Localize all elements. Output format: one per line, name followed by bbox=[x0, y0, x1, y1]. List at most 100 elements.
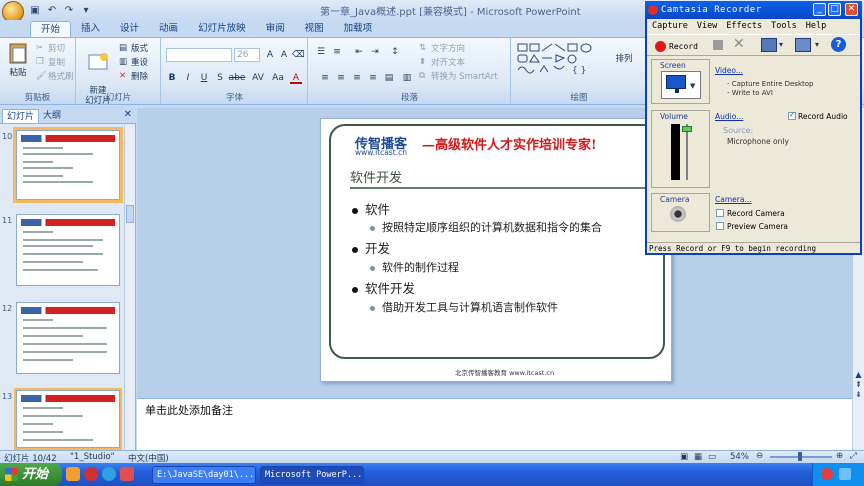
prev-slide-icon[interactable]: ⇞ bbox=[854, 380, 863, 389]
tab-review[interactable]: 审阅 bbox=[256, 21, 295, 37]
notes-pane[interactable] bbox=[137, 398, 852, 450]
bullets-icon[interactable]: ☰ bbox=[315, 46, 327, 58]
shadow-button[interactable]: S bbox=[214, 72, 226, 84]
tab-view[interactable]: 视图 bbox=[295, 21, 334, 37]
delete-button[interactable]: ✕ 删除 bbox=[119, 70, 148, 82]
zoom-level[interactable]: 54% bbox=[730, 452, 749, 462]
save-icon[interactable]: ▣ bbox=[28, 3, 42, 17]
slide-thumbnail[interactable] bbox=[14, 388, 122, 450]
copy-button[interactable]: ❐ 复制 bbox=[36, 56, 65, 68]
tab-animations[interactable]: 动画 bbox=[149, 21, 188, 37]
taskbar-item-explorer[interactable]: E:\JavaSE\day01\... bbox=[152, 466, 256, 484]
smartart-button[interactable]: ⧉ 转换为 SmartArt bbox=[419, 70, 498, 82]
scroll-thumb[interactable] bbox=[126, 205, 134, 223]
decrease-indent-icon[interactable]: ⇤ bbox=[353, 46, 365, 58]
zoom-out-icon[interactable]: ⊖ bbox=[756, 451, 763, 461]
font-size-field[interactable]: 26 bbox=[234, 48, 260, 62]
undo-icon[interactable]: ↶ bbox=[45, 3, 59, 17]
slide-thumbnail[interactable] bbox=[16, 214, 120, 286]
stop-icon[interactable] bbox=[713, 40, 723, 50]
line-spacing-icon[interactable]: ↕ bbox=[389, 46, 401, 58]
align-right-icon[interactable]: ≡ bbox=[351, 72, 363, 84]
format-painter-button[interactable]: 🖌 格式刷 bbox=[36, 70, 74, 82]
menu-effects[interactable]: Effects bbox=[726, 19, 762, 33]
tab-insert[interactable]: 插入 bbox=[71, 21, 110, 37]
increase-indent-icon[interactable]: ⇥ bbox=[369, 46, 381, 58]
bold-button[interactable]: B bbox=[166, 72, 178, 84]
record-audio-checkbox[interactable]: ✓ bbox=[788, 110, 796, 120]
menu-capture[interactable]: Capture bbox=[652, 19, 688, 33]
quick-launch-icon[interactable] bbox=[102, 467, 116, 481]
audio-settings-link[interactable]: Audio... bbox=[715, 112, 743, 121]
quick-launch-icon[interactable] bbox=[66, 467, 80, 481]
quick-launch-icon[interactable] bbox=[120, 467, 134, 481]
paste-button[interactable]: 粘贴 bbox=[4, 42, 32, 78]
italic-button[interactable]: I bbox=[182, 72, 194, 84]
camera-settings-link[interactable]: Camera... bbox=[715, 195, 752, 204]
grow-font-icon[interactable]: A bbox=[264, 49, 276, 61]
cut-button[interactable]: ✂ 剪切 bbox=[36, 42, 65, 54]
bullet-item[interactable]: 软件开发 bbox=[352, 278, 415, 297]
screen-capture-icon[interactable] bbox=[761, 38, 777, 52]
customize-dropdown-icon[interactable]: ▾ bbox=[79, 3, 93, 17]
redo-icon[interactable]: ↷ bbox=[62, 3, 76, 17]
zoom-in-icon[interactable]: ⊕ bbox=[836, 451, 843, 461]
align-center-icon[interactable]: ≡ bbox=[335, 72, 347, 84]
tray-icon[interactable] bbox=[839, 468, 851, 480]
layout-button[interactable]: ▤ 版式 bbox=[119, 42, 148, 54]
dropdown-arrow-icon[interactable]: ▾ bbox=[779, 40, 783, 49]
reset-button[interactable]: ▥ 重设 bbox=[119, 56, 148, 68]
preview-camera-checkbox[interactable] bbox=[716, 222, 724, 230]
tab-design[interactable]: 设计 bbox=[110, 21, 149, 37]
dropdown-arrow-icon[interactable]: ▼ bbox=[690, 82, 695, 90]
normal-view-icon[interactable]: ▣ bbox=[680, 452, 688, 462]
justify-icon[interactable]: ≡ bbox=[367, 72, 379, 84]
clear-format-icon[interactable]: ⌫ bbox=[292, 49, 305, 61]
columns-icon[interactable]: ▥ bbox=[401, 72, 413, 84]
slide-thumbnail[interactable] bbox=[16, 302, 120, 374]
volume-slider-track[interactable] bbox=[686, 124, 688, 180]
cancel-icon[interactable]: ✕ bbox=[733, 36, 745, 52]
record-camera-checkbox[interactable] bbox=[716, 209, 724, 217]
minimize-button[interactable]: _ bbox=[813, 3, 826, 16]
tray-icon[interactable] bbox=[821, 468, 833, 480]
font-name-field[interactable] bbox=[166, 48, 232, 62]
dropdown-arrow-icon[interactable]: ▾ bbox=[815, 40, 819, 49]
scroll-up-icon[interactable]: ▲ bbox=[854, 370, 863, 379]
menu-view[interactable]: View bbox=[697, 19, 717, 33]
distribute-icon[interactable]: ▤ bbox=[383, 72, 395, 84]
taskbar-item-powerpoint[interactable]: Microsoft PowerP... bbox=[260, 466, 364, 484]
video-settings-link[interactable]: Video... bbox=[715, 66, 743, 75]
font-color-icon[interactable]: A bbox=[290, 72, 302, 84]
align-left-icon[interactable]: ≡ bbox=[319, 72, 331, 84]
slide-title[interactable]: 软件开发 bbox=[350, 167, 402, 186]
notes-placeholder[interactable]: 单击此处添加备注 bbox=[145, 402, 233, 418]
next-slide-icon[interactable]: ⇟ bbox=[854, 390, 863, 399]
maximize-button[interactable]: □ bbox=[828, 3, 841, 16]
sub-bullet-item[interactable]: 按照特定顺序组织的计算机数据和指令的集合 bbox=[370, 219, 602, 235]
quick-launch-icon[interactable] bbox=[84, 467, 98, 481]
sorter-view-icon[interactable]: ▦ bbox=[694, 452, 702, 462]
slides-pane-scrollbar[interactable] bbox=[124, 125, 135, 450]
numbering-icon[interactable]: ≡ bbox=[331, 46, 343, 58]
tab-home[interactable]: 开始 bbox=[30, 21, 72, 37]
shrink-font-icon[interactable]: A bbox=[278, 49, 290, 61]
record-button[interactable]: Record bbox=[655, 39, 698, 53]
strikethrough-button[interactable]: abe bbox=[228, 72, 246, 84]
bullet-item[interactable]: 开发 bbox=[352, 238, 390, 257]
volume-slider-thumb[interactable] bbox=[682, 126, 692, 132]
change-case-button[interactable]: Aa bbox=[270, 72, 286, 84]
zoom-slider-thumb[interactable] bbox=[798, 452, 802, 461]
sub-bullet-item[interactable]: 软件的制作过程 bbox=[370, 259, 459, 275]
effects-icon[interactable] bbox=[795, 38, 811, 52]
tab-outline[interactable]: 大纲 bbox=[39, 109, 65, 123]
underline-button[interactable]: U bbox=[198, 72, 210, 84]
start-button[interactable]: 开始 bbox=[0, 463, 62, 486]
close-pane-icon[interactable]: ✕ bbox=[124, 109, 132, 120]
tab-slideshow[interactable]: 幻灯片放映 bbox=[188, 21, 256, 37]
tab-slides[interactable]: 幻灯片 bbox=[2, 109, 40, 123]
menu-tools[interactable]: Tools bbox=[771, 19, 797, 33]
align-text-button[interactable]: ⬍ 对齐文本 bbox=[419, 56, 465, 68]
sub-bullet-item[interactable]: 借助开发工具与计算机语言制作软件 bbox=[370, 299, 558, 315]
slideshow-view-icon[interactable]: ▭ bbox=[708, 452, 716, 462]
